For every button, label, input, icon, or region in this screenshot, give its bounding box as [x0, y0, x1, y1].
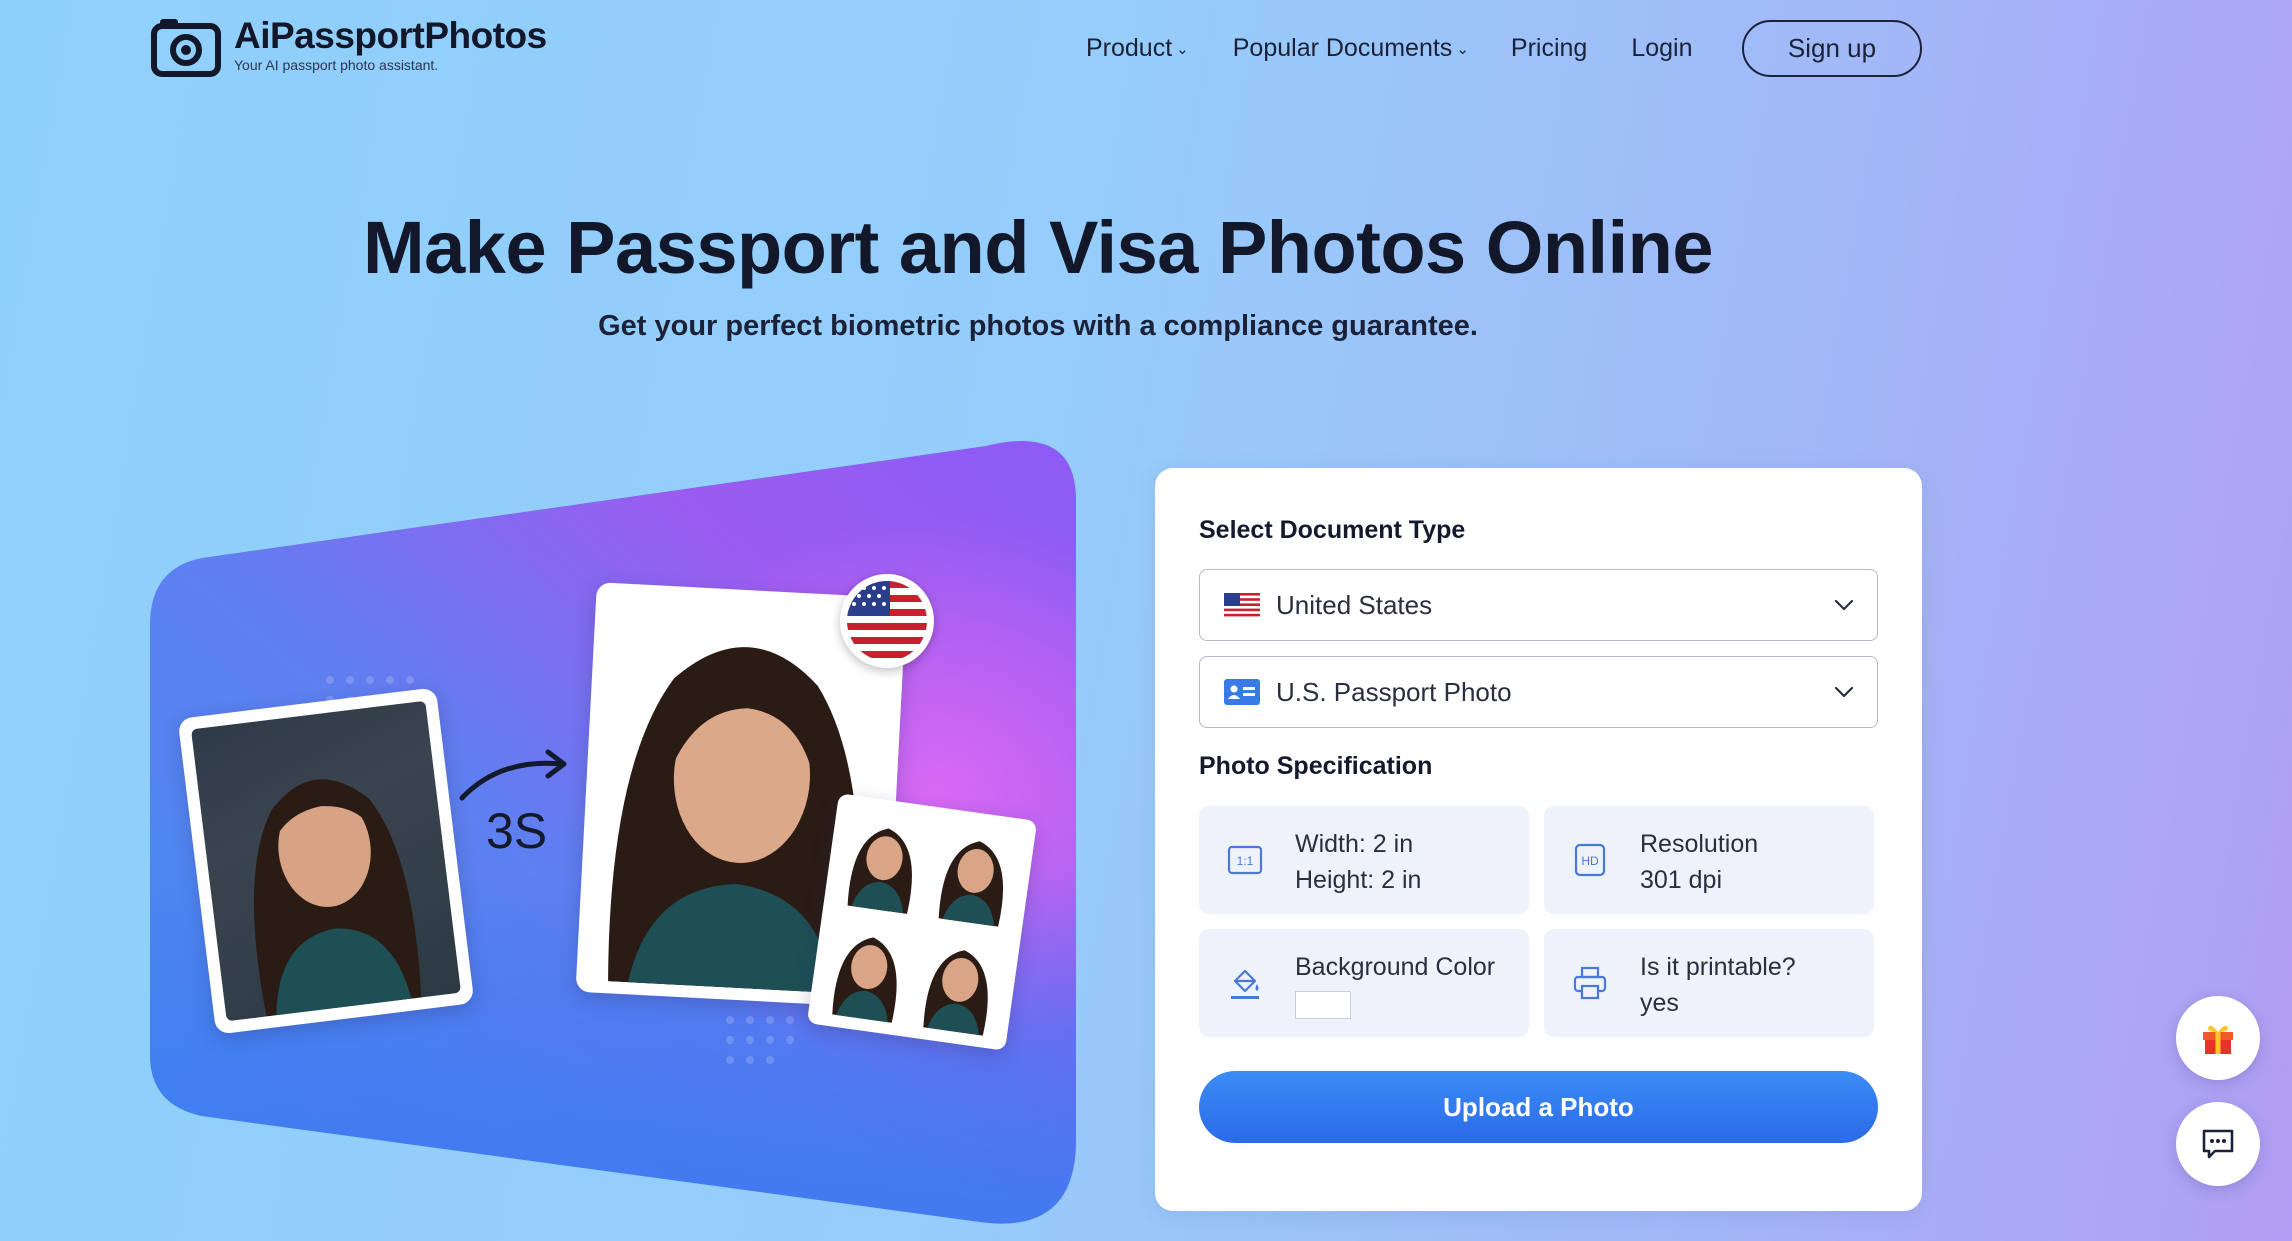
brand-logo[interactable]: AiPassportPhotos Your AI passport photo …: [150, 16, 547, 78]
svg-text:HD: HD: [1581, 854, 1599, 868]
nav-login[interactable]: Login: [1631, 34, 1692, 63]
us-flag-badge-icon: [840, 574, 934, 668]
nav-login-label: Login: [1631, 33, 1693, 62]
document-select[interactable]: U.S. Passport Photo: [1199, 656, 1878, 728]
brand-tagline: Your AI passport photo assistant.: [234, 57, 439, 73]
chevron-down-icon: ⌄: [1176, 41, 1189, 58]
main-nav: Product ⌄ Popular Documents ⌄ Pricing Lo…: [1086, 20, 1692, 76]
print-sheet-portraits: [820, 806, 1024, 1038]
document-form-panel: Select Document Type United States U.S. …: [1155, 468, 1922, 1211]
country-select[interactable]: United States: [1199, 569, 1878, 641]
hero-illustration: 3S: [150, 440, 1080, 1230]
spec-printable: Is it printable? yes: [1544, 929, 1874, 1037]
aspect-ratio-icon: 1:1: [1227, 845, 1263, 875]
id-card-icon: [1224, 679, 1260, 705]
spec-resolution-value: 301 dpi: [1640, 866, 1723, 894]
chevron-down-icon: [1834, 686, 1854, 698]
upload-photo-button[interactable]: Upload a Photo: [1199, 1071, 1878, 1143]
background-color-swatch: [1295, 991, 1351, 1019]
spec-height: Height: 2 in: [1295, 866, 1422, 894]
spec-background: Background Color: [1199, 929, 1529, 1037]
country-select-value: United States: [1276, 589, 1433, 620]
chat-icon: [2202, 1129, 2234, 1159]
hero-title: Make Passport and Visa Photos Online: [362, 206, 1714, 289]
chevron-down-icon: ⌄: [1456, 41, 1469, 58]
us-flag-icon: [1224, 593, 1260, 617]
document-select-value: U.S. Passport Photo: [1276, 676, 1512, 707]
paint-bucket-icon: [1231, 969, 1259, 999]
nav-product[interactable]: Product ⌄: [1086, 34, 1189, 63]
spec-size: 1:1 Width: 2 in Height: 2 in: [1199, 806, 1529, 914]
brand-name: AiPassportPhotos: [234, 15, 547, 56]
print-sheet: [806, 793, 1038, 1051]
document-type-heading: Select Document Type: [1199, 516, 1466, 544]
nav-popular-documents[interactable]: Popular Documents ⌄: [1233, 34, 1469, 63]
spec-resolution-label: Resolution: [1640, 830, 1759, 858]
hd-icon: HD: [1574, 843, 1606, 877]
hero-subtitle: Get your perfect biometric photos with a…: [598, 310, 1478, 342]
spec-resolution: HD Resolution 301 dpi: [1544, 806, 1874, 914]
person-portrait-icon: [253, 779, 422, 1017]
nav-popular-documents-label: Popular Documents: [1232, 33, 1453, 62]
nav-pricing-label: Pricing: [1510, 33, 1588, 62]
nav-pricing[interactable]: Pricing: [1511, 34, 1587, 63]
photo-spec-heading: Photo Specification: [1199, 752, 1433, 780]
signup-button[interactable]: Sign up: [1742, 20, 1922, 77]
processing-time-label: 3S: [486, 803, 548, 859]
spec-printable-label: Is it printable?: [1640, 953, 1796, 981]
before-photo: [177, 687, 475, 1035]
chat-button[interactable]: [2176, 1102, 2260, 1186]
spec-width: Width: 2 in: [1295, 830, 1414, 858]
gift-icon: [2203, 1025, 2233, 1054]
gift-button[interactable]: [2176, 996, 2260, 1080]
printer-icon: [1573, 966, 1607, 1000]
spec-background-label: Background Color: [1295, 953, 1496, 981]
chevron-down-icon: [1834, 599, 1854, 611]
svg-text:1:1: 1:1: [1237, 854, 1254, 868]
nav-product-label: Product: [1086, 33, 1173, 62]
camera-logo-icon: [151, 19, 221, 77]
spec-printable-value: yes: [1640, 989, 1679, 1017]
